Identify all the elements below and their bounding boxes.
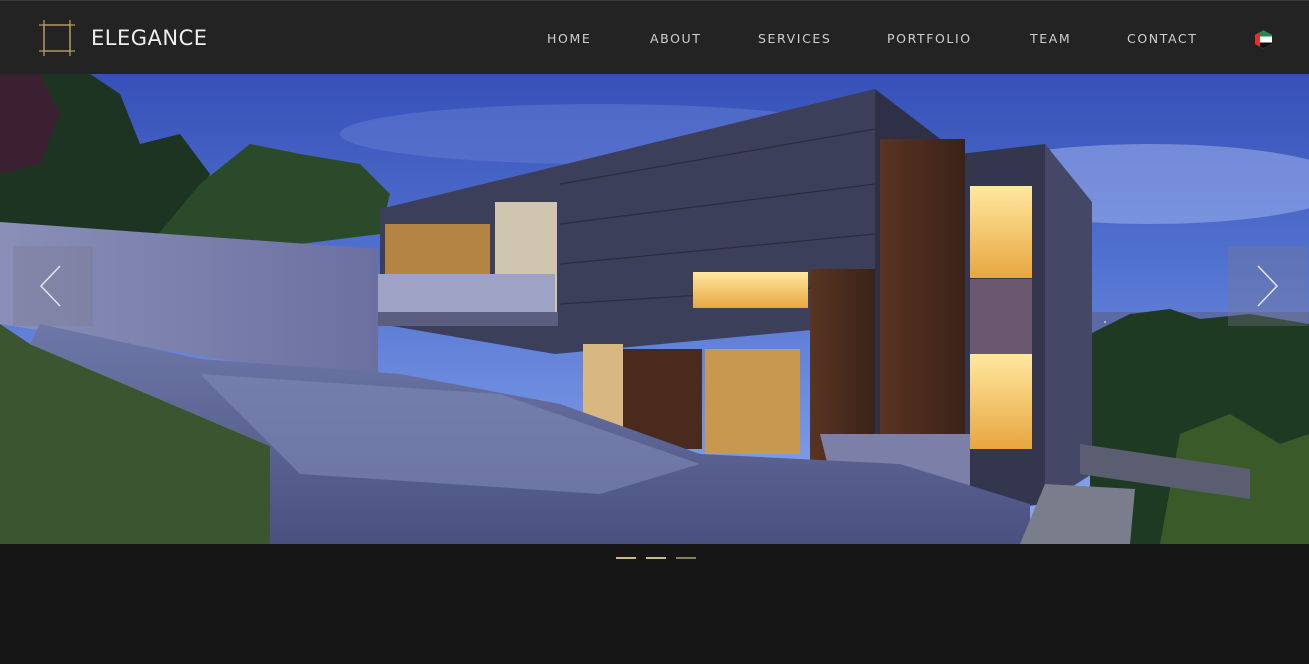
hero-slider bbox=[0, 74, 1309, 544]
nav-about[interactable]: ABOUT bbox=[650, 31, 702, 47]
chevron-left-icon bbox=[39, 265, 61, 307]
brand-name: ELEGANCE bbox=[91, 26, 208, 50]
nav-services[interactable]: SERVICES bbox=[758, 31, 831, 47]
nav-portfolio[interactable]: PORTFOLIO bbox=[887, 31, 972, 47]
nav-contact[interactable]: CONTACT bbox=[1127, 31, 1197, 47]
slider-pagination bbox=[616, 557, 696, 559]
logo-link[interactable]: ELEGANCE bbox=[38, 18, 208, 58]
slide-dot-1[interactable] bbox=[616, 557, 636, 559]
slide-dot-2[interactable] bbox=[646, 557, 666, 559]
nav-home[interactable]: HOME bbox=[547, 31, 591, 47]
slider-prev-button[interactable] bbox=[13, 246, 93, 326]
slider-next-button[interactable] bbox=[1228, 246, 1308, 326]
page: ELEGANCE HOME ABOUT SERVICES PORTFOLIO T… bbox=[0, 0, 1309, 664]
uae-flag-icon[interactable] bbox=[1254, 30, 1273, 49]
hero-image bbox=[0, 74, 1309, 544]
frame-logo-icon bbox=[39, 20, 75, 56]
slide-dot-3[interactable] bbox=[676, 557, 696, 559]
site-header: ELEGANCE HOME ABOUT SERVICES PORTFOLIO T… bbox=[0, 0, 1309, 74]
chevron-right-icon bbox=[1257, 265, 1279, 307]
nav-team[interactable]: TEAM bbox=[1030, 31, 1071, 47]
